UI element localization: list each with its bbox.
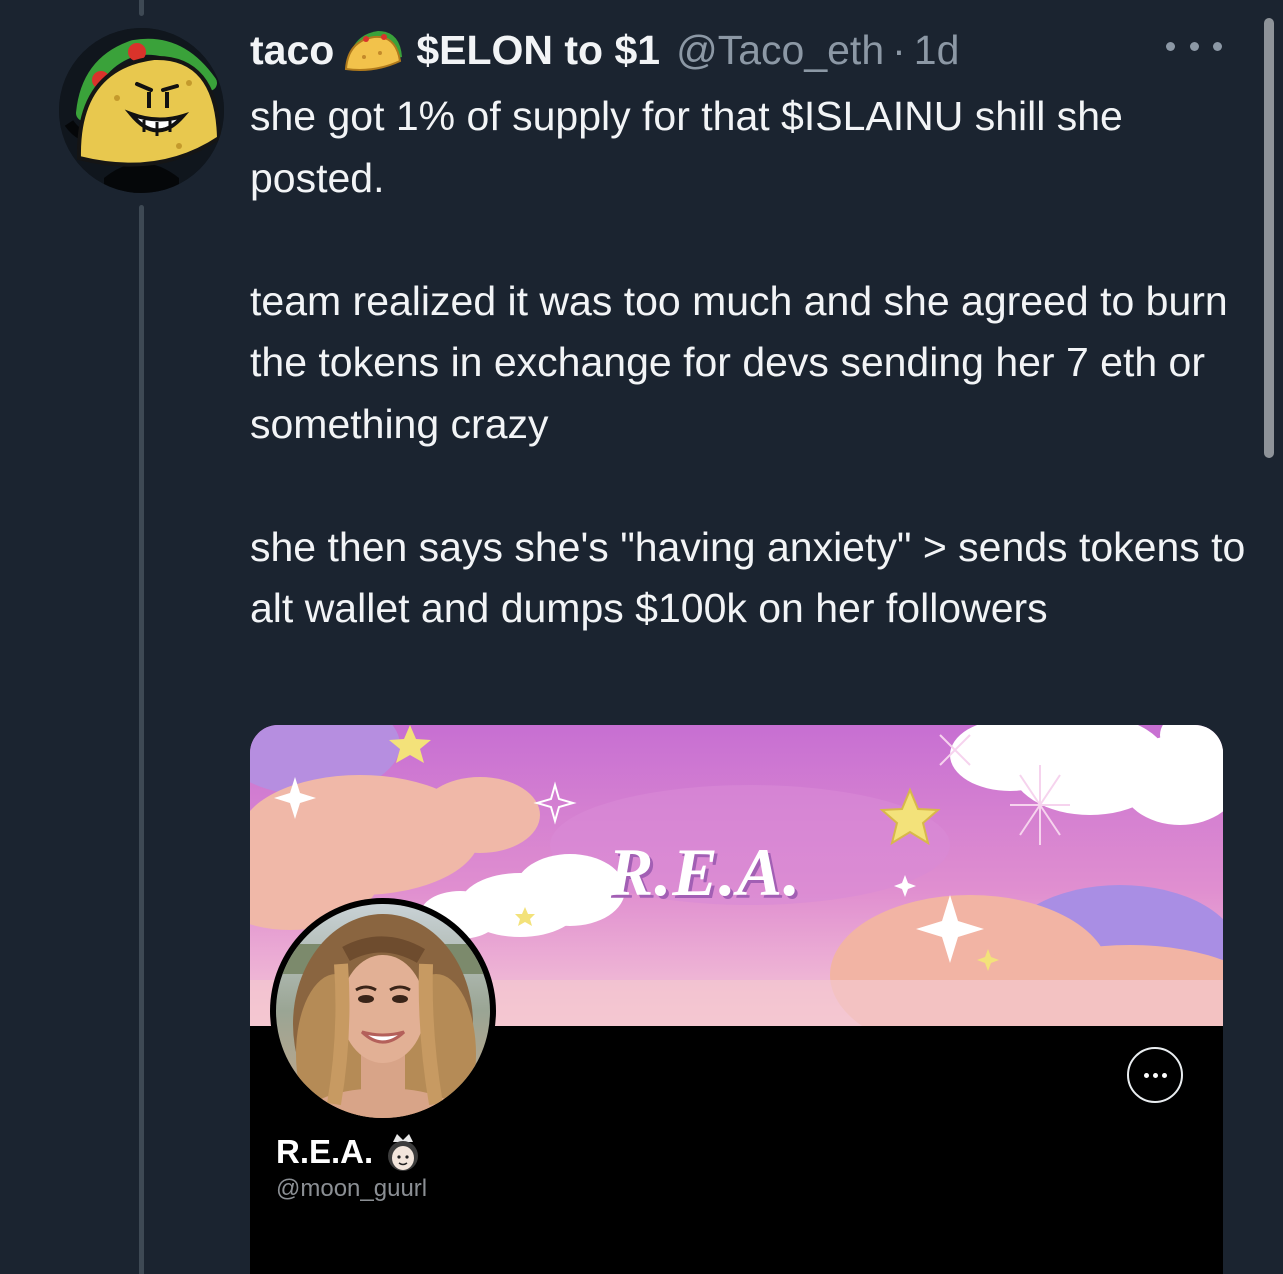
author-name-suffix[interactable]: $ELON to $1 [416, 22, 660, 78]
banner-title: R.E.A. [608, 834, 802, 910]
tweet-timestamp[interactable]: 1d [914, 22, 960, 78]
author-handle[interactable]: @Taco_eth [676, 22, 884, 78]
thread-connector-line [139, 205, 144, 1274]
profile-name-row: R.E.A. [276, 1130, 421, 1174]
meta-separator: · [892, 27, 906, 73]
profile-name: R.E.A. [276, 1133, 374, 1170]
more-circle-icon[interactable] [1127, 1047, 1183, 1103]
tweet-header: taco $ELON to $1 @Taco_eth · 1d [250, 22, 959, 78]
author-display-name[interactable]: taco [250, 22, 334, 78]
tweet-paragraph: she got 1% of supply for that $ISLAINU s… [250, 93, 1123, 201]
princess-emoji-icon [385, 1132, 421, 1172]
profile-handle: @moon_guurl [276, 1175, 428, 1202]
profile-avatar[interactable] [270, 898, 496, 1124]
taco-avatar-image [59, 28, 224, 193]
tweet-paragraph: she then says she's "having anxiety" > s… [250, 523, 1246, 632]
scrollbar-thumb[interactable] [1264, 18, 1274, 458]
attached-image[interactable]: R.E.A. R.E.A. @moon_guurl [250, 725, 1223, 1274]
author-avatar[interactable] [59, 28, 224, 193]
thread-connector-top [139, 0, 144, 16]
tweet-thread-view: taco $ELON to $1 @Taco_eth · 1d she got … [0, 0, 1283, 1274]
taco-emoji-icon [344, 27, 404, 73]
more-horizontal-icon[interactable] [1166, 32, 1222, 60]
tweet-paragraph: team realized it was too much and she ag… [250, 277, 1228, 447]
profile-avatar-image [276, 904, 490, 1118]
tweet-body: she got 1% of supply for that $ISLAINU s… [250, 86, 1250, 640]
